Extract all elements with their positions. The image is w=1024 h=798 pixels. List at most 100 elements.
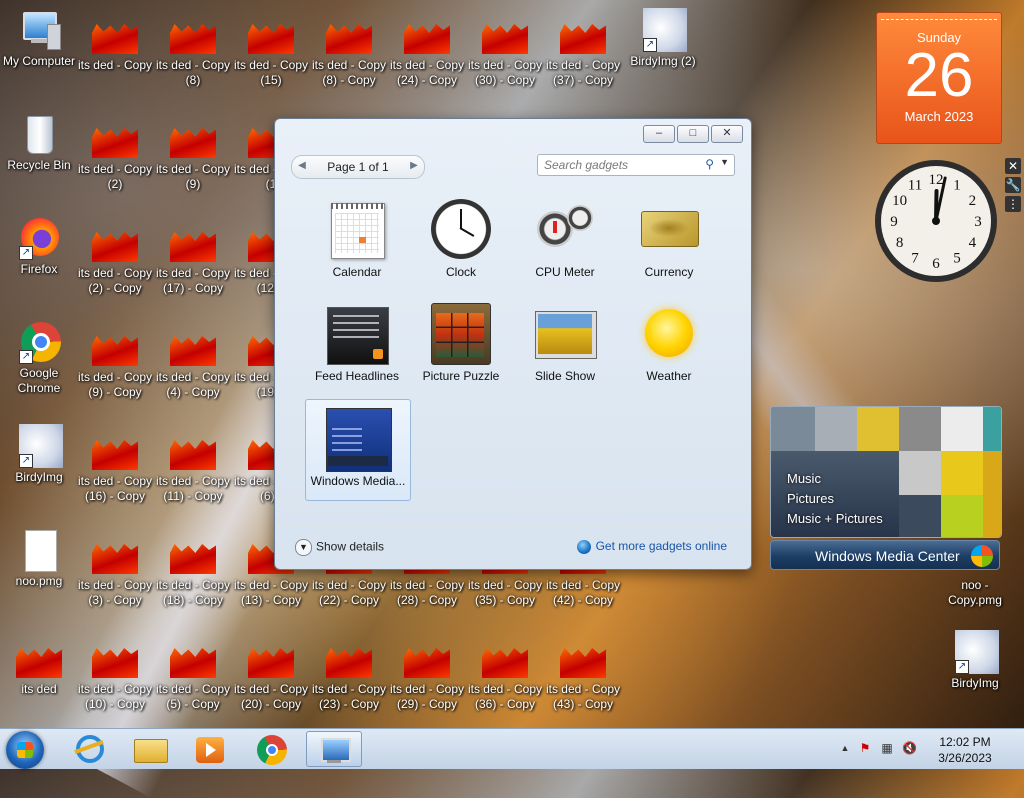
desktop-icon-its-ded[interactable]: its ded xyxy=(0,640,78,697)
chrome-icon: ↗ xyxy=(17,320,61,364)
drag-handle-icon[interactable]: ⋮ xyxy=(1005,196,1021,212)
start-button[interactable] xyxy=(6,731,44,769)
get-more-gadgets-link[interactable]: Get more gadgets online xyxy=(576,539,727,554)
fire-image-icon xyxy=(170,24,216,54)
get-more-label: Get more gadgets online xyxy=(595,539,727,553)
media-center-title-bar[interactable]: Windows Media Center xyxy=(770,540,1000,570)
desktop-icon-noo-copy-pmg[interactable]: noo - Copy.pmg xyxy=(936,578,1014,608)
taskbar-google-chrome[interactable] xyxy=(244,731,300,767)
media-center-title: Windows Media Center xyxy=(815,548,960,564)
gadget-windows-media-center[interactable]: Windows Media... xyxy=(305,399,411,501)
media-center-item-pictures[interactable]: Pictures xyxy=(787,489,883,509)
gadget-label: Calendar xyxy=(332,265,382,279)
gadget-label: Feed Headlines xyxy=(314,369,400,383)
gadget-slide-show[interactable]: Slide Show xyxy=(513,295,617,395)
media-tile xyxy=(941,451,983,495)
desktop-icon-my-computer[interactable]: My Computer xyxy=(0,8,78,69)
gadget-cpu-meter[interactable]: CPU Meter xyxy=(513,191,617,291)
desktop-icon-its-ded-copy[interactable]: its ded - Copy (2) xyxy=(76,120,154,192)
media-center-gadget[interactable]: Music Pictures Music + Pictures xyxy=(770,406,1002,538)
desktop-icon-its-ded-copy[interactable]: its ded - Copy (30) - Copy xyxy=(466,16,544,88)
volume-muted-icon[interactable]: 🔇 xyxy=(902,741,917,755)
desktop-icon-google-chrome[interactable]: ↗ Google Chrome xyxy=(0,320,78,396)
action-center-flag-icon[interactable]: ⚑ xyxy=(858,741,872,755)
desktop-icon-its-ded-copy[interactable]: its ded - Copy (20) - Copy xyxy=(232,640,310,712)
desktop-icon-its-ded-copy[interactable]: its ded - Copy (10) - Copy xyxy=(76,640,154,712)
close-button[interactable]: ✕ xyxy=(711,125,743,143)
desktop-icon-label: its ded - Copy (16) - Copy xyxy=(77,474,153,503)
minimize-button[interactable]: – xyxy=(643,125,675,143)
desktop-icon-firefox[interactable]: ↗ Firefox xyxy=(0,216,78,277)
fire-image-icon xyxy=(404,24,450,54)
desktop-icon-its-ded-copy[interactable]: its ded - Copy (17) - Copy xyxy=(154,224,232,296)
desktop-icon-noo-pmg[interactable]: noo.pmg xyxy=(0,528,78,589)
desktop-icon-its-ded-copy[interactable]: its ded - Copy (8) - Copy xyxy=(310,16,388,88)
desktop-icon-birdyimg[interactable]: ↗ BirdyImg xyxy=(936,630,1014,691)
taskbar-clock[interactable]: 12:02 PM 3/26/2023 xyxy=(930,734,1000,766)
gadget-currency[interactable]: Currency xyxy=(617,191,721,291)
gadget-picture-puzzle[interactable]: Picture Puzzle xyxy=(409,295,513,395)
desktop-icon-its-ded-copy[interactable]: its ded - Copy (9) - Copy xyxy=(76,328,154,400)
wrench-icon[interactable]: 🔧 xyxy=(1005,177,1021,193)
desktop-icon-label: its ded - Copy (24) - Copy xyxy=(389,58,465,87)
clock-numeral: 2 xyxy=(969,193,977,209)
desktop-icon-label: its ded - Copy xyxy=(77,58,153,72)
taskbar-file-explorer[interactable] xyxy=(122,731,178,767)
clock-numeral: 8 xyxy=(896,235,904,251)
media-center-item-music-pictures[interactable]: Music + Pictures xyxy=(787,509,883,529)
desktop-icon-its-ded-copy[interactable]: its ded - Copy (37) - Copy xyxy=(544,16,622,88)
desktop-icon-label: its ded - Copy (2) xyxy=(77,162,153,191)
show-hidden-icons-button[interactable]: ▲ xyxy=(838,741,852,755)
image-file-icon: ↗ xyxy=(17,424,63,468)
fire-image-icon xyxy=(404,648,450,678)
desktop-icon-its-ded-copy[interactable]: its ded - Copy (18) - Copy xyxy=(154,536,232,608)
desktop-icon-its-ded-copy[interactable]: its ded - Copy (23) - Copy xyxy=(310,640,388,712)
clock-numeral: 4 xyxy=(969,235,977,251)
search-gadgets-input[interactable]: Search gadgets ⚲ ▼ xyxy=(537,154,735,176)
chevron-down-icon[interactable]: ▼ xyxy=(720,157,729,167)
desktop-icon-its-ded-copy[interactable]: its ded - Copy (15) xyxy=(232,16,310,88)
calendar-gadget[interactable]: Sunday 26 March 2023 xyxy=(876,12,1002,144)
desktop-icon-its-ded-copy[interactable]: its ded - Copy (43) - Copy xyxy=(544,640,622,712)
desktop-icon-its-ded-copy[interactable]: its ded - Copy xyxy=(76,16,154,73)
gadget-feed-headlines[interactable]: Feed Headlines xyxy=(305,295,409,395)
search-placeholder: Search gadgets xyxy=(544,158,629,172)
taskbar-media-player[interactable] xyxy=(182,731,238,767)
desktop-icon-its-ded-copy[interactable]: its ded - Copy (8) xyxy=(154,16,232,88)
gadget-calendar[interactable]: Calendar xyxy=(305,191,409,291)
clock-gadget[interactable]: 12 1 2 3 4 5 6 7 8 9 10 11 xyxy=(873,158,999,284)
desktop-icon-birdyimg[interactable]: ↗ BirdyImg xyxy=(0,424,78,485)
taskbar-gadgets[interactable] xyxy=(306,731,362,767)
desktop-icon-its-ded-copy[interactable]: its ded - Copy (2) - Copy xyxy=(76,224,154,296)
search-icon[interactable]: ⚲ xyxy=(705,157,714,171)
image-file-icon: ↗ xyxy=(953,630,999,674)
desktop-icon-its-ded-copy[interactable]: its ded - Copy (3) - Copy xyxy=(76,536,154,608)
maximize-button[interactable]: □ xyxy=(677,125,709,143)
desktop-icon-its-ded-copy[interactable]: its ded - Copy (24) - Copy xyxy=(388,16,466,88)
desktop-icon-its-ded-copy[interactable]: its ded - Copy (36) - Copy xyxy=(466,640,544,712)
show-details-button[interactable]: ▼ Show details xyxy=(295,539,384,556)
desktop-icon-recycle-bin[interactable]: Recycle Bin xyxy=(0,112,78,173)
calendar-month-year: March 2023 xyxy=(904,109,974,124)
calendar-icon xyxy=(327,199,387,259)
desktop-icon-birdyimg-2[interactable]: ↗ BirdyImg (2) xyxy=(624,8,702,69)
close-icon[interactable]: ✕ xyxy=(1005,158,1021,174)
desktop-icon-its-ded-copy[interactable]: its ded - Copy (29) - Copy xyxy=(388,640,466,712)
shortcut-arrow-icon: ↗ xyxy=(19,246,33,260)
gadget-clock[interactable]: Clock xyxy=(409,191,513,291)
gadget-label: Currency xyxy=(644,265,694,279)
desktop-icon-label: its ded - Copy (15) xyxy=(233,58,309,87)
gadget-label: Windows Media... xyxy=(310,474,406,488)
media-center-item-music[interactable]: Music xyxy=(787,469,883,489)
gadget-weather[interactable]: Weather xyxy=(617,295,721,395)
network-icon[interactable]: ▦ xyxy=(880,741,894,755)
desktop-icon-its-ded-copy[interactable]: its ded - Copy (16) - Copy xyxy=(76,432,154,504)
fire-image-icon xyxy=(16,648,62,678)
fire-image-icon xyxy=(170,232,216,262)
taskbar-internet-explorer[interactable] xyxy=(62,731,118,767)
next-page-button[interactable]: ▶ xyxy=(407,159,421,173)
desktop-icon-its-ded-copy[interactable]: its ded - Copy (9) xyxy=(154,120,232,192)
desktop-icon-its-ded-copy[interactable]: its ded - Copy (5) - Copy xyxy=(154,640,232,712)
desktop-icon-its-ded-copy[interactable]: its ded - Copy (4) - Copy xyxy=(154,328,232,400)
desktop-icon-its-ded-copy[interactable]: its ded - Copy (11) - Copy xyxy=(154,432,232,504)
